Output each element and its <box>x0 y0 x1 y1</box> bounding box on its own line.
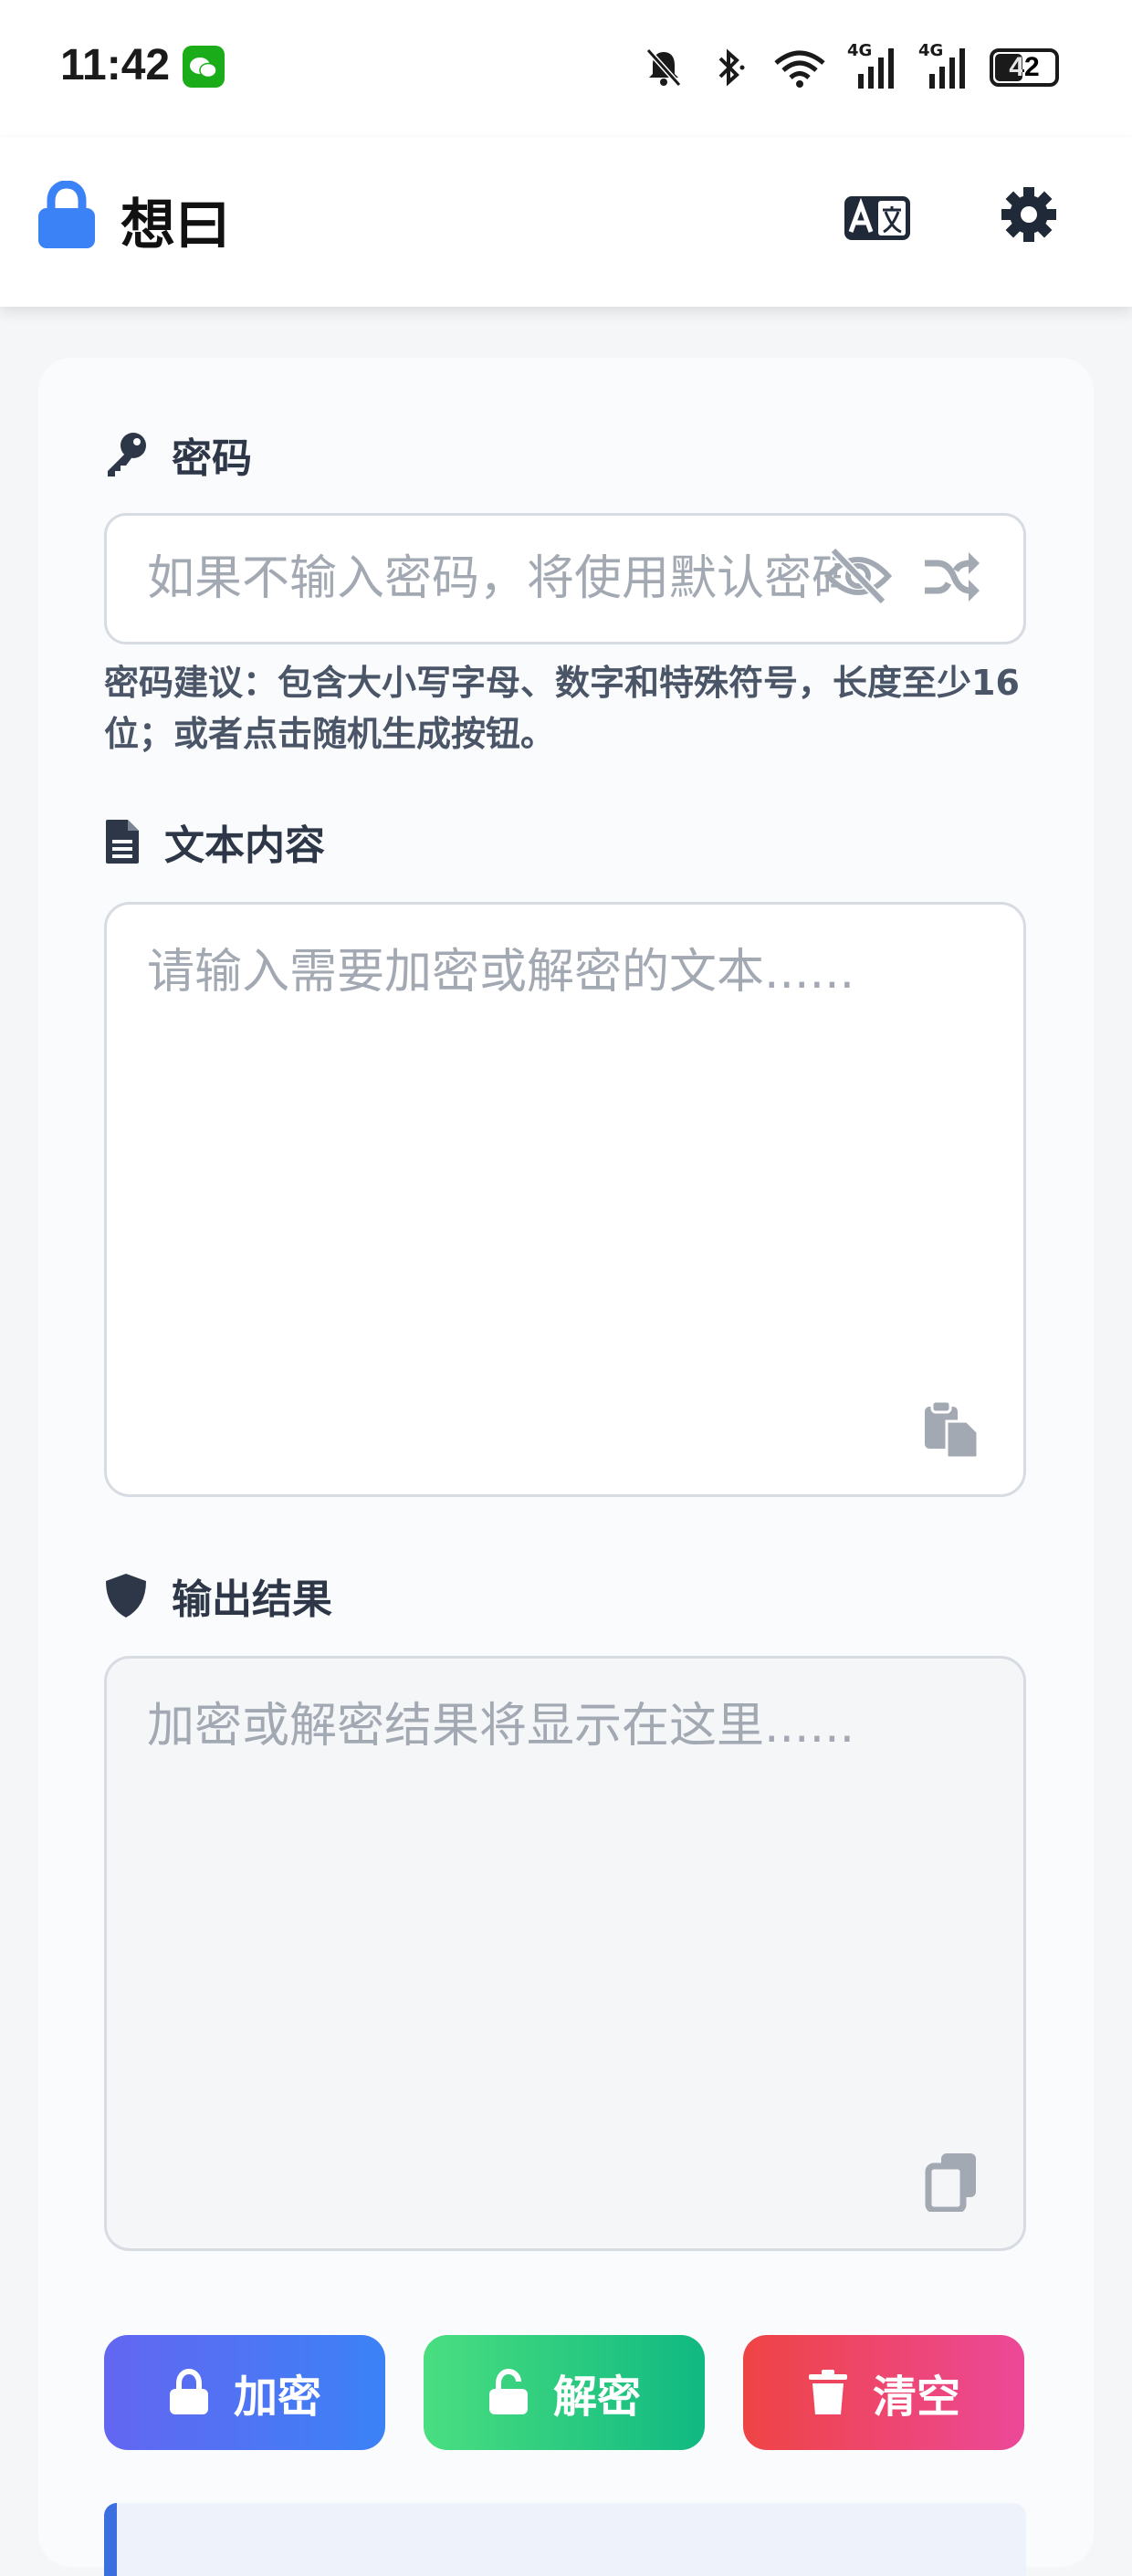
paste-icon[interactable] <box>923 1399 981 1460</box>
info-panel <box>104 2503 1026 2576</box>
output-field <box>104 1656 1026 2251</box>
main-card: 密码 密码建议：包含大小写字母、数字和特殊符号，长度至少16位；或者点击随机生成… <box>38 358 1094 2576</box>
key-icon <box>108 433 146 476</box>
password-hint: 密码建议：包含大小写字母、数字和特殊符号，长度至少16位；或者点击随机生成按钮。 <box>104 663 1020 754</box>
lock-icon <box>38 181 95 248</box>
unlock-icon <box>488 2369 528 2414</box>
output-label-text: 输出结果 <box>172 1576 332 1623</box>
text-content-field <box>104 902 1026 1497</box>
document-icon <box>106 820 139 864</box>
app-bar: 想曰 <box>0 137 1132 307</box>
shield-icon <box>106 1574 146 1618</box>
text-content-label-text: 文本内容 <box>164 822 325 869</box>
translate-icon[interactable] <box>844 195 911 241</box>
battery-icon: 42 <box>990 48 1059 87</box>
output-label: 输出结果 <box>104 1566 332 1625</box>
password-field <box>104 513 1026 644</box>
decrypt-button-label: 解密 <box>552 2373 641 2422</box>
eye-slash-icon[interactable] <box>824 547 892 605</box>
password-label: 密码 <box>104 425 252 484</box>
password-label-text: 密码 <box>172 435 252 482</box>
encrypt-button-label: 加密 <box>233 2373 321 2422</box>
app-title: 想曰 <box>121 194 230 257</box>
battery-level: 42 <box>1009 52 1040 82</box>
bluetooth-icon <box>718 48 745 87</box>
status-time: 11:42 <box>60 41 171 89</box>
gear-icon[interactable] <box>1001 186 1057 243</box>
signal-icon-2: 4G <box>918 41 970 90</box>
decrypt-button[interactable]: 解密 <box>424 2335 705 2450</box>
text-content-input[interactable] <box>147 937 987 1412</box>
copy-icon[interactable] <box>923 2152 981 2212</box>
shuffle-icon[interactable] <box>923 550 981 603</box>
password-input[interactable] <box>147 516 841 642</box>
wechat-icon <box>183 46 225 88</box>
status-bar: 11:42 4G 4G 42 <box>0 0 1132 137</box>
text-content-label: 文本内容 <box>104 812 325 871</box>
clear-button[interactable]: 清空 <box>743 2335 1024 2450</box>
output-textarea[interactable] <box>147 1691 987 2166</box>
encrypt-button[interactable]: 加密 <box>104 2335 385 2450</box>
signal-icon: 4G <box>847 41 898 90</box>
wifi-icon <box>774 50 825 88</box>
bell-mute-icon <box>645 47 682 88</box>
status-icons: 4G 4G 42 <box>641 41 1059 93</box>
clear-button-label: 清空 <box>872 2373 960 2422</box>
lock-icon <box>169 2369 208 2414</box>
trash-icon <box>808 2370 847 2414</box>
